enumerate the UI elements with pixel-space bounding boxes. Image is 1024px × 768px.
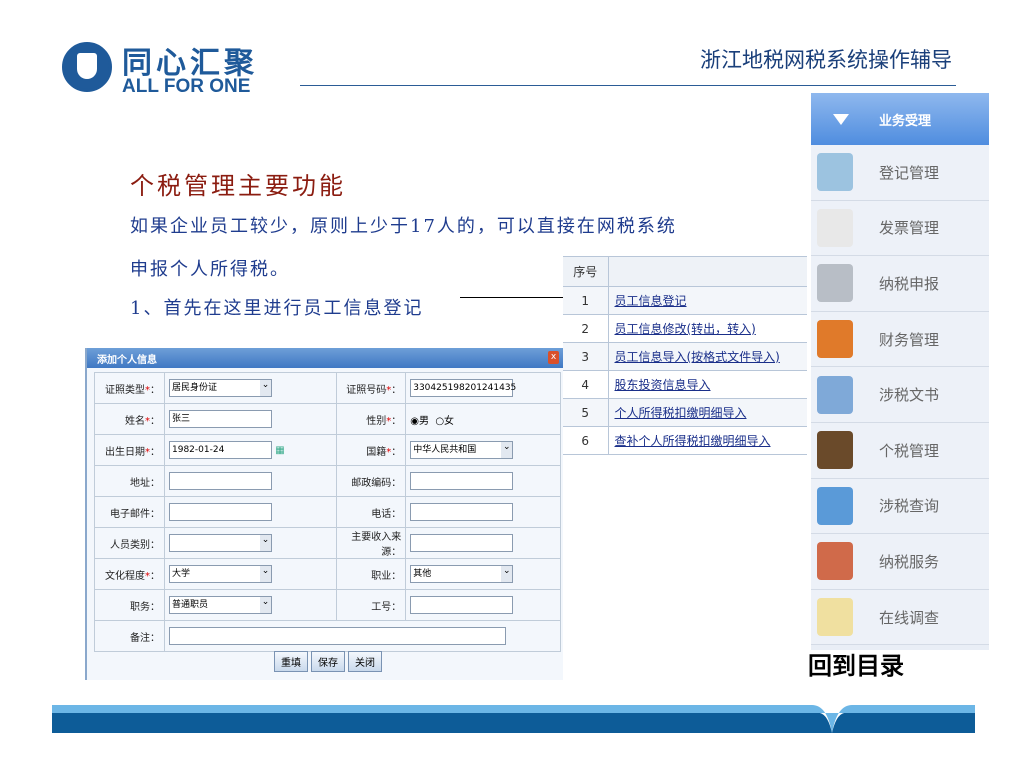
occupation-label: 职业：: [336, 558, 407, 590]
education-select[interactable]: 大学: [169, 565, 272, 583]
sidebar-item-label: 纳税申报: [879, 274, 940, 293]
table-row: 2 员工信息修改(转出，转入): [563, 314, 807, 343]
reset-button[interactable]: 重填: [274, 651, 308, 672]
sidebar-item-label: 发票管理: [879, 219, 940, 238]
sidebar-item-finance[interactable]: 财务管理: [811, 311, 989, 368]
col-header-index: 序号: [563, 256, 609, 287]
survey-icon: [817, 598, 853, 637]
table-row: 3 员工信息导入(按格式文件导入): [563, 342, 807, 371]
gender-male-radio[interactable]: ◉男: [410, 416, 429, 427]
close-icon[interactable]: x: [548, 351, 559, 364]
id-type-label: 证照类型: [105, 384, 145, 396]
phone-input[interactable]: [410, 503, 514, 521]
tax-docs-icon: [817, 375, 853, 414]
back-to-contents-link[interactable]: 回到目录: [808, 646, 904, 681]
register-icon: [817, 153, 853, 192]
logo-text-en: ALL FOR ONE: [122, 76, 251, 97]
sidebar-item-survey[interactable]: 在线调查: [811, 589, 989, 646]
note-input[interactable]: [169, 627, 506, 645]
person-form: 证照类型*： 居民身份证 证照号码*： 330425198201241435 姓…: [94, 372, 561, 652]
sidebar-item-invoice[interactable]: 发票管理: [811, 200, 989, 257]
intro-line-2: 申报个人所得税。: [130, 259, 290, 280]
phone-label: 电话：: [336, 496, 407, 528]
id-no-label: 证照号码: [346, 384, 387, 396]
sidebar-item-label: 涉税文书: [879, 386, 940, 405]
birth-date-input[interactable]: 1982-01-24: [169, 441, 272, 459]
sidebar-item-label: 财务管理: [879, 330, 940, 349]
table-row: 4 股东投资信息导入: [563, 370, 807, 399]
link-employee-modify[interactable]: 员工信息修改(转出，转入): [609, 322, 756, 336]
personal-tax-icon: [817, 431, 853, 470]
triangle-down-icon: [833, 113, 849, 125]
employee-no-label: 工号：: [336, 589, 407, 621]
note-label: 备注：: [94, 620, 165, 652]
sidebar-item-register[interactable]: 登记管理: [811, 145, 989, 201]
person-type-select[interactable]: [169, 534, 272, 552]
intro-line-1: 如果企业员工较少，原则上少于17人的，可以直接在网税系统: [130, 216, 677, 237]
sidebar-item-label: 个税管理: [879, 441, 940, 460]
gender-female-radio[interactable]: ○女: [435, 416, 454, 427]
name-label: 姓名: [125, 415, 145, 427]
sidebar-item-personal-tax[interactable]: 个税管理: [811, 422, 989, 479]
address-label: 地址：: [94, 465, 165, 497]
position-select[interactable]: 普通职员: [169, 596, 272, 614]
sidebar-item-label: 在线调查: [879, 608, 940, 627]
income-source-label: 主要收入来源：: [336, 527, 407, 559]
gender-label: 性别: [366, 415, 387, 427]
email-input[interactable]: [169, 503, 272, 521]
header-divider: [300, 85, 956, 86]
income-source-input[interactable]: [410, 534, 514, 552]
function-table: 序号 1 员工信息登记 2 员工信息修改(转出，转入) 3 员工信息导入(按格式文件导…: [563, 256, 807, 455]
employee-no-input[interactable]: [410, 596, 514, 614]
sidebar-item-tax-docs[interactable]: 涉税文书: [811, 367, 989, 423]
address-input[interactable]: [169, 472, 272, 490]
invoice-icon: [817, 208, 853, 247]
id-type-select[interactable]: 居民身份证: [169, 379, 272, 397]
sidebar-item-label: 涉税查询: [879, 497, 940, 516]
sidebar-item-tax-declare[interactable]: 纳税申报: [811, 256, 989, 312]
footer-band: [52, 705, 975, 733]
nation-select[interactable]: 中华人民共和国: [410, 441, 514, 459]
finance-icon: [817, 320, 853, 359]
logo: 同心汇聚 ALL FOR ONE: [62, 38, 292, 98]
birth-label: 出生日期: [105, 446, 145, 458]
zip-input[interactable]: [410, 472, 514, 490]
dialog-title: 添加个人信息: [87, 348, 563, 368]
email-label: 电子邮件：: [94, 496, 165, 528]
nation-label: 国籍: [366, 446, 387, 458]
tax-seal-icon: [62, 42, 112, 92]
table-row: 1 员工信息登记: [563, 286, 807, 315]
zip-label: 邮政编码：: [336, 465, 407, 497]
link-employee-import[interactable]: 员工信息导入(按格式文件导入): [609, 350, 780, 364]
section-heading: 个税管理主要功能: [130, 172, 346, 200]
name-input[interactable]: 张三: [169, 410, 272, 428]
calendar-icon[interactable]: ▦: [275, 445, 284, 456]
tax-service-icon: [817, 542, 853, 581]
link-employee-register[interactable]: 员工信息登记: [609, 294, 687, 308]
sidebar: 业务受理 登记管理发票管理纳税申报财务管理涉税文书个税管理涉税查询纳税服务在线调…: [811, 93, 989, 650]
page-title: 浙江地税网税系统操作辅导: [700, 48, 952, 72]
close-button[interactable]: 关闭: [348, 651, 382, 672]
person-type-label: 人员类别：: [94, 527, 165, 559]
sidebar-header-label: 业务受理: [879, 113, 932, 129]
add-person-dialog: 添加个人信息 x 证照类型*： 居民身份证 证照号码*： 33042519820…: [85, 348, 563, 680]
link-tax-detail-import[interactable]: 个人所得税扣缴明细导入: [609, 406, 747, 420]
link-supplement-import[interactable]: 查补个人所得税扣缴明细导入: [609, 434, 771, 448]
sidebar-header[interactable]: 业务受理: [811, 93, 989, 145]
table-row: 5 个人所得税扣缴明细导入: [563, 398, 807, 427]
sidebar-item-label: 纳税服务: [879, 552, 940, 571]
link-shareholder-import[interactable]: 股东投资信息导入: [609, 378, 711, 392]
tax-declare-icon: [817, 264, 853, 303]
tax-query-icon: [817, 486, 853, 525]
education-label: 文化程度: [105, 570, 145, 582]
id-no-input[interactable]: 330425198201241435: [410, 379, 516, 397]
sidebar-item-tax-service[interactable]: 纳税服务: [811, 534, 989, 590]
position-label: 职务：: [94, 589, 165, 621]
step-1-text: 1、首先在这里进行员工信息登记: [130, 298, 424, 319]
sidebar-item-tax-query[interactable]: 涉税查询: [811, 478, 989, 535]
occupation-select[interactable]: 其他: [410, 565, 514, 583]
table-row: 6 查补个人所得税扣缴明细导入: [563, 426, 807, 455]
sidebar-item-label: 登记管理: [879, 163, 940, 182]
save-button[interactable]: 保存: [311, 651, 345, 672]
